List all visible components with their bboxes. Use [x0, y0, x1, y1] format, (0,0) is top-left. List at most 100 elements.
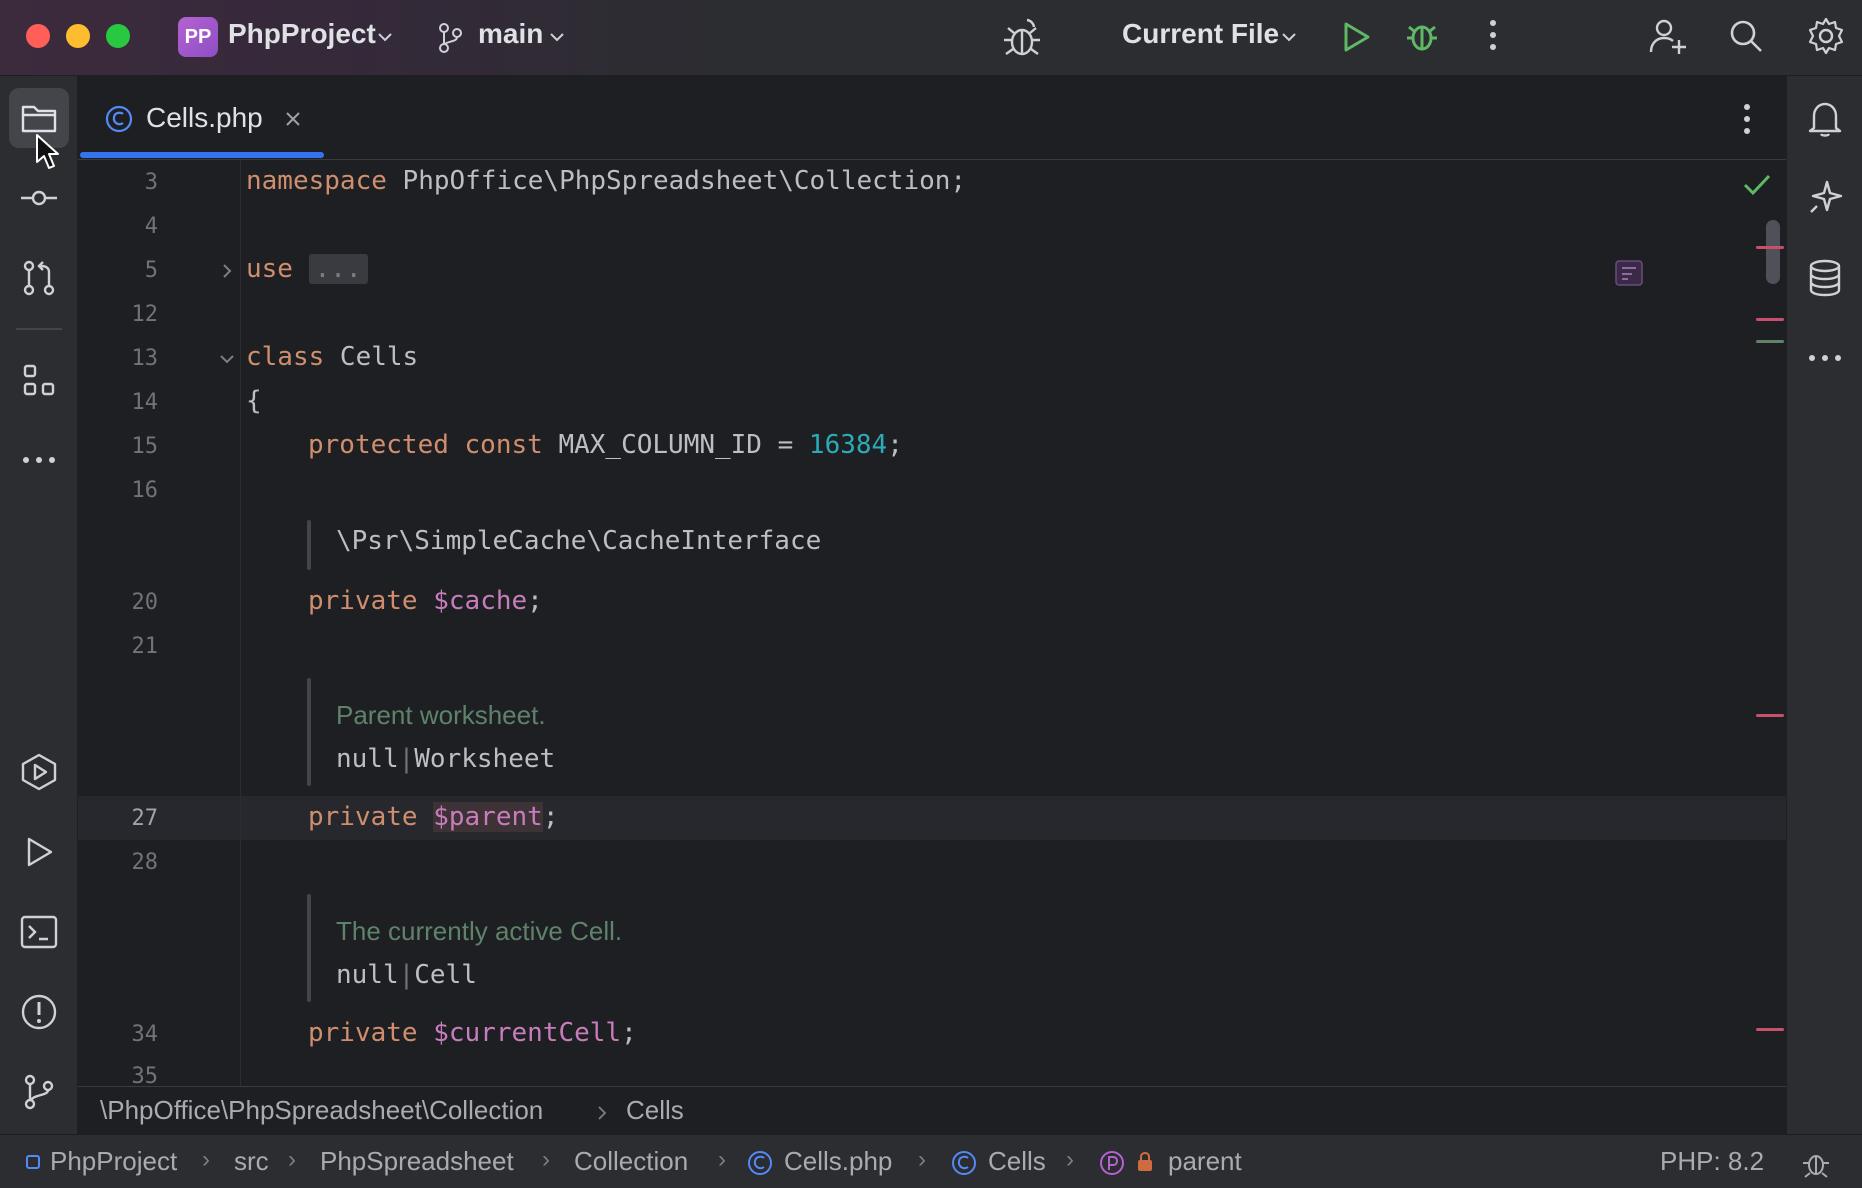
nav-file[interactable]: Cells.php [784, 1146, 892, 1177]
nav-project[interactable]: PhpProject [50, 1146, 177, 1177]
close-tab-icon[interactable] [284, 110, 302, 128]
php-language-level[interactable]: PHP: 8.2 [1660, 1146, 1764, 1177]
project-badge[interactable]: PP [178, 17, 218, 57]
property-icon [1100, 1151, 1124, 1175]
code-line-cache[interactable]: private $cache; [308, 586, 543, 616]
code-line-parent[interactable]: private $parent; [308, 802, 558, 832]
add-user-icon[interactable] [1648, 16, 1688, 56]
chevron-right-icon: › [1066, 1146, 1074, 1173]
more-actions-icon[interactable] [1490, 18, 1498, 58]
close-window-button[interactable] [26, 24, 50, 48]
code-line-currentcell[interactable]: private $currentCell; [308, 1018, 637, 1048]
chevron-right-icon: › [542, 1146, 550, 1173]
line-number: 20 [131, 590, 159, 615]
error-stripe-marker[interactable] [1756, 246, 1784, 249]
editor-scrollbar-thumb[interactable] [1766, 220, 1780, 284]
more-tool-windows-button[interactable] [9, 430, 69, 490]
run-icon[interactable] [1340, 20, 1372, 54]
line-number: 35 [131, 1064, 159, 1086]
parent-variable-highlight[interactable]: $parent [433, 802, 543, 832]
debug-bug-icon[interactable] [1000, 16, 1044, 60]
doc-stripe-marker[interactable] [1756, 340, 1784, 343]
run-tool-button[interactable] [9, 822, 69, 882]
nav-collection[interactable]: Collection [574, 1146, 688, 1177]
fold-expand-icon[interactable] [220, 262, 234, 280]
doc-description: Parent worksheet. [336, 700, 546, 730]
breadcrumb-namespace[interactable]: \PhpOffice\PhpSpreadsheet\Collection [100, 1095, 543, 1126]
editor-tabs: Cells.php [78, 76, 1786, 160]
tab-cells-php[interactable]: Cells.php [78, 76, 324, 160]
left-tool-window-bar [0, 76, 78, 1134]
commit-icon [21, 190, 57, 206]
breadcrumb-class[interactable]: Cells [626, 1095, 684, 1126]
line-number: 15 [131, 434, 159, 459]
chevron-down-icon[interactable] [1280, 28, 1298, 46]
branch-name[interactable]: main [478, 18, 543, 50]
more-right-tools-button[interactable] [1795, 328, 1855, 388]
database-button[interactable] [1795, 248, 1855, 308]
inspection-ok-check-icon[interactable] [1742, 172, 1772, 198]
ai-assistant-button[interactable] [1795, 168, 1855, 228]
doc-var-type[interactable]: \Psr\SimpleCache\CacheInterface [336, 526, 821, 556]
services-tool-button[interactable] [9, 742, 69, 802]
toolbar-divider [16, 328, 62, 330]
line-number: 3 [144, 170, 158, 195]
code-line-class[interactable]: class Cells [246, 342, 418, 372]
error-stripe-marker[interactable] [1756, 1028, 1784, 1031]
code-line-const[interactable]: protected const MAX_COLUMN_ID = 16384; [308, 430, 903, 460]
line-number-current: 27 [131, 806, 159, 831]
pull-requests-tool-button[interactable] [9, 248, 69, 308]
code-line-use[interactable]: use ... [246, 254, 368, 284]
nav-phpspreadsheet[interactable]: PhpSpreadsheet [320, 1146, 514, 1177]
error-stripe-marker[interactable] [1756, 318, 1784, 321]
minimize-window-button[interactable] [66, 24, 90, 48]
line-number: 34 [131, 1022, 159, 1047]
chevron-down-icon[interactable] [376, 28, 394, 46]
terminal-tool-button[interactable] [9, 902, 69, 962]
code-line-open-brace[interactable]: { [246, 386, 262, 416]
title-bar: PP PhpProject main Current File [0, 0, 1862, 76]
chevron-right-icon: › [202, 1146, 210, 1173]
git-tool-button[interactable] [9, 1062, 69, 1122]
phpstorm-hint-icon[interactable] [1612, 258, 1646, 288]
line-number: 28 [131, 850, 159, 875]
code-line-namespace[interactable]: namespace PhpOffice\PhpSpreadsheet\Colle… [246, 166, 966, 196]
doc-comment-bar [307, 894, 311, 1002]
git-branch-icon [24, 1074, 54, 1110]
status-bar: PhpProject › src › PhpSpreadsheet › Coll… [0, 1134, 1862, 1188]
gear-icon[interactable] [1806, 16, 1846, 56]
chevron-down-icon[interactable] [548, 28, 566, 46]
editor-breadcrumbs: \PhpOffice\PhpSpreadsheet\Collection Cel… [78, 1086, 1786, 1134]
debug-settings-icon[interactable] [1800, 1147, 1832, 1179]
project-name[interactable]: PhpProject [228, 18, 376, 50]
commit-tool-button[interactable] [9, 168, 69, 228]
error-stripe-marker[interactable] [1756, 714, 1784, 717]
nav-member[interactable]: parent [1168, 1146, 1242, 1177]
doc-var-type[interactable]: null|Cell [336, 960, 477, 990]
search-icon[interactable] [1728, 18, 1764, 54]
tab-options-icon[interactable] [1744, 100, 1752, 140]
zoom-window-button[interactable] [106, 24, 130, 48]
nav-src[interactable]: src [234, 1146, 269, 1177]
database-icon [1809, 259, 1841, 297]
bell-icon [1808, 102, 1842, 137]
problems-tool-button[interactable] [9, 982, 69, 1042]
notifications-button[interactable] [1795, 88, 1855, 148]
run-configuration-selector[interactable]: Current File [1122, 18, 1279, 50]
sparkle-icon [1810, 180, 1843, 213]
line-number: 4 [144, 214, 158, 239]
debug-icon[interactable] [1404, 18, 1440, 54]
tab-label: Cells.php [146, 102, 263, 133]
nav-class[interactable]: Cells [988, 1146, 1046, 1177]
branch-icon[interactable] [436, 22, 464, 54]
structure-tool-button[interactable] [9, 350, 69, 410]
folded-imports[interactable]: ... [308, 254, 368, 284]
php-class-icon [105, 105, 133, 133]
line-number: 5 [144, 258, 158, 283]
doc-description: The currently active Cell. [336, 916, 623, 946]
fold-collapse-icon[interactable] [218, 352, 236, 366]
doc-var-type[interactable]: null|Worksheet [336, 744, 555, 774]
doc-comment-bar [307, 678, 311, 786]
folder-icon [21, 105, 57, 133]
pull-request-icon [23, 260, 55, 296]
